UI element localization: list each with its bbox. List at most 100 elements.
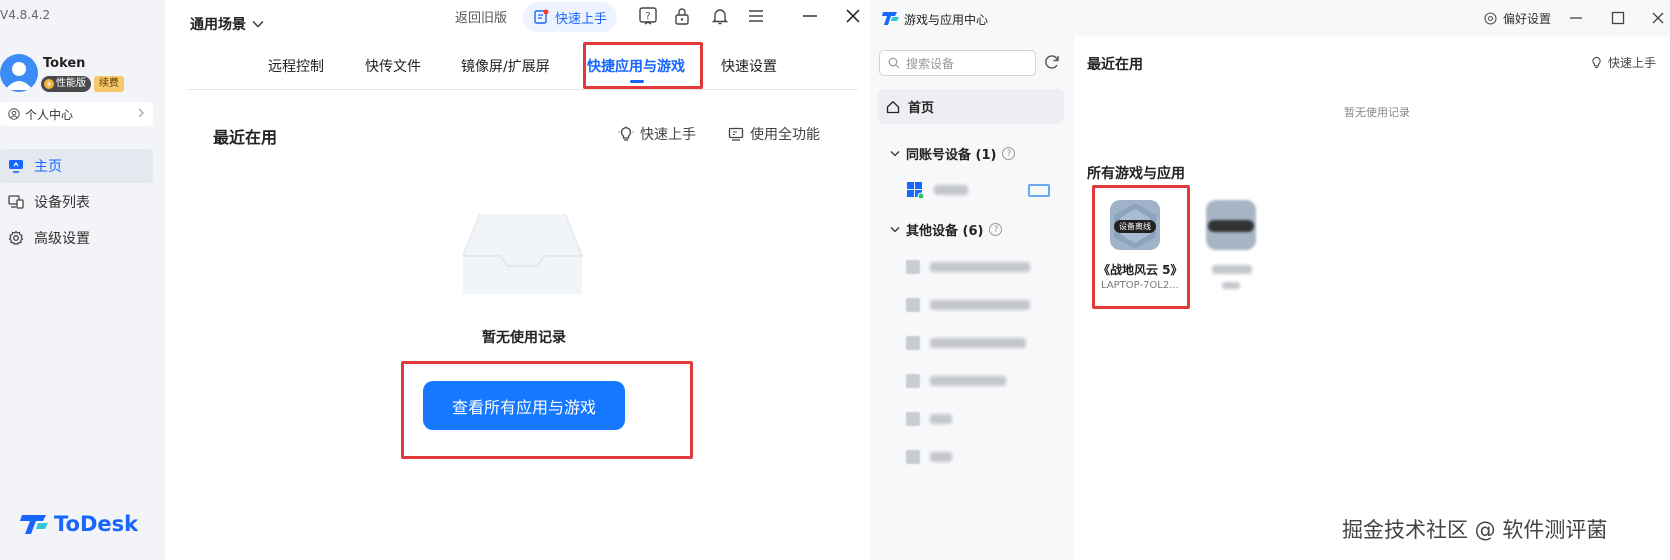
device-item-other-1[interactable] bbox=[906, 258, 1030, 276]
minimize-icon[interactable] bbox=[800, 6, 820, 26]
settings-circle-icon bbox=[1484, 12, 1497, 25]
svg-text:?: ? bbox=[645, 11, 650, 22]
device-item-other-6[interactable] bbox=[906, 448, 952, 466]
lightbulb-icon bbox=[618, 126, 634, 142]
sidebar-item-home[interactable]: 主页 bbox=[0, 149, 153, 183]
user-name: Token bbox=[43, 56, 86, 71]
todesk-logo-icon bbox=[20, 512, 50, 536]
games-quick-start-link[interactable]: 快速上手 bbox=[1590, 54, 1656, 71]
return-old-version-link[interactable]: 返回旧版 bbox=[455, 7, 507, 26]
game-card-2-badge-blurred bbox=[1208, 220, 1254, 232]
group-same-account[interactable]: 同账号设备 (1) ? bbox=[890, 144, 1016, 163]
menu-icon[interactable] bbox=[746, 6, 766, 26]
chevron-down-icon bbox=[890, 226, 900, 234]
remote-screen-icon[interactable] bbox=[1028, 184, 1050, 197]
personal-center-button[interactable]: 个人中心 bbox=[0, 102, 153, 126]
device-icon bbox=[906, 450, 920, 464]
tab-remote-control[interactable]: 远程控制 bbox=[268, 56, 324, 76]
device-name-blurred bbox=[930, 414, 952, 424]
games-quick-start-label: 快速上手 bbox=[1608, 56, 1657, 70]
preferences-button[interactable]: 偏好设置 bbox=[1484, 10, 1551, 27]
version-label: V4.8.4.2 bbox=[0, 8, 51, 22]
game-name[interactable]: 《战地风云 5》 bbox=[1098, 261, 1183, 278]
view-all-apps-games-button[interactable]: 查看所有应用与游戏 bbox=[423, 381, 625, 430]
device-offline-badge: 设备离线 bbox=[1114, 220, 1156, 233]
window-close-icon[interactable] bbox=[1650, 10, 1666, 26]
device-name-blurred bbox=[930, 376, 1006, 386]
device-nav-home[interactable]: 首页 bbox=[878, 89, 1064, 124]
device-name-blurred bbox=[930, 262, 1030, 272]
lock-icon[interactable] bbox=[672, 6, 692, 26]
device-item-other-3[interactable] bbox=[906, 334, 1026, 352]
chevron-down-icon bbox=[890, 150, 900, 158]
todesk-logo: ToDesk bbox=[20, 512, 138, 536]
chevron-right-icon bbox=[137, 107, 145, 119]
quick-start-link-label: 快速上手 bbox=[640, 127, 696, 143]
device-icon bbox=[906, 336, 920, 350]
device-name-blurred bbox=[930, 300, 1030, 310]
lightning-icon bbox=[44, 79, 54, 89]
watermark-text: 掘金技术社区 @ 软件测评菌 bbox=[1342, 518, 1608, 542]
scene-selector[interactable]: 通用场景 bbox=[190, 14, 264, 34]
window-minimize-icon[interactable] bbox=[1568, 10, 1584, 26]
device-search-input[interactable]: 搜索设备 bbox=[879, 50, 1036, 76]
group-other-devices-label: 其他设备 (6) bbox=[906, 224, 984, 239]
close-icon[interactable] bbox=[843, 6, 863, 26]
scene-label: 通用场景 bbox=[190, 17, 246, 33]
device-item-other-2[interactable] bbox=[906, 296, 1030, 314]
use-all-features-label: 使用全功能 bbox=[750, 127, 820, 143]
windows-icon bbox=[906, 181, 924, 199]
renew-badge[interactable]: 续费 bbox=[94, 76, 124, 92]
game-card-2-device-blurred bbox=[1222, 282, 1240, 289]
sidebar-item-label: 主页 bbox=[34, 159, 62, 175]
quick-start-link[interactable]: 快速上手 bbox=[618, 124, 696, 144]
highlight-box-tab bbox=[583, 42, 703, 89]
home-monitor-icon bbox=[8, 158, 24, 174]
sidebar-item-label: 高级设置 bbox=[34, 231, 90, 247]
use-all-features-link[interactable]: 使用全功能 bbox=[728, 124, 820, 144]
all-games-apps-title: 所有游戏与应用 bbox=[1087, 166, 1185, 182]
performance-badge[interactable]: 性能版 bbox=[41, 76, 91, 92]
gear-icon bbox=[8, 230, 24, 246]
guide-book-icon bbox=[533, 9, 549, 25]
home-label: 首页 bbox=[908, 101, 935, 116]
device-icon bbox=[906, 298, 920, 312]
screen-feature-icon bbox=[728, 126, 744, 142]
sidebar-item-devices[interactable]: 设备列表 bbox=[0, 185, 153, 219]
device-icon bbox=[906, 260, 920, 274]
window-maximize-icon[interactable] bbox=[1610, 10, 1626, 26]
group-other-devices[interactable]: 其他设备 (6) ? bbox=[890, 220, 1003, 239]
help-icon[interactable]: ? bbox=[638, 6, 658, 26]
device-icon bbox=[906, 374, 920, 388]
home-icon bbox=[886, 100, 900, 114]
tab-mirror-extend-screen[interactable]: 镜像屏/扩展屏 bbox=[461, 56, 550, 76]
bell-icon[interactable] bbox=[710, 6, 730, 26]
search-icon bbox=[888, 57, 900, 69]
games-empty-text: 暂无使用记录 bbox=[1344, 106, 1410, 119]
group-same-account-label: 同账号设备 (1) bbox=[906, 148, 997, 163]
help-circle-icon[interactable]: ? bbox=[989, 223, 1003, 236]
tab-quick-settings[interactable]: 快速设置 bbox=[721, 56, 777, 76]
quick-start-button[interactable]: 快速上手 bbox=[523, 2, 618, 32]
chevron-down-icon bbox=[252, 20, 264, 28]
empty-state-text: 暂无使用记录 bbox=[482, 330, 566, 346]
tab-file-transfer[interactable]: 快传文件 bbox=[365, 56, 421, 76]
device-item-other-4[interactable] bbox=[906, 372, 1006, 390]
lightbulb-icon bbox=[1590, 56, 1603, 69]
device-item-other-5[interactable] bbox=[906, 410, 952, 428]
recent-title: 最近在用 bbox=[213, 128, 278, 147]
logo-text: ToDesk bbox=[54, 512, 139, 536]
search-placeholder: 搜索设备 bbox=[906, 56, 955, 71]
device-name-blurred bbox=[930, 452, 952, 462]
devices-icon bbox=[8, 194, 24, 210]
empty-inbox-icon bbox=[460, 210, 585, 296]
help-circle-icon[interactable]: ? bbox=[1002, 147, 1016, 160]
sidebar-item-label: 设备列表 bbox=[34, 195, 90, 211]
performance-badge-label: 性能版 bbox=[56, 78, 86, 89]
avatar[interactable] bbox=[0, 54, 38, 92]
sidebar-item-advanced-settings[interactable]: 高级设置 bbox=[0, 221, 153, 255]
personal-center-label: 个人中心 bbox=[25, 107, 74, 122]
preferences-label: 偏好设置 bbox=[1503, 12, 1552, 26]
device-item-same-1[interactable] bbox=[906, 181, 968, 199]
refresh-icon[interactable] bbox=[1043, 53, 1061, 71]
